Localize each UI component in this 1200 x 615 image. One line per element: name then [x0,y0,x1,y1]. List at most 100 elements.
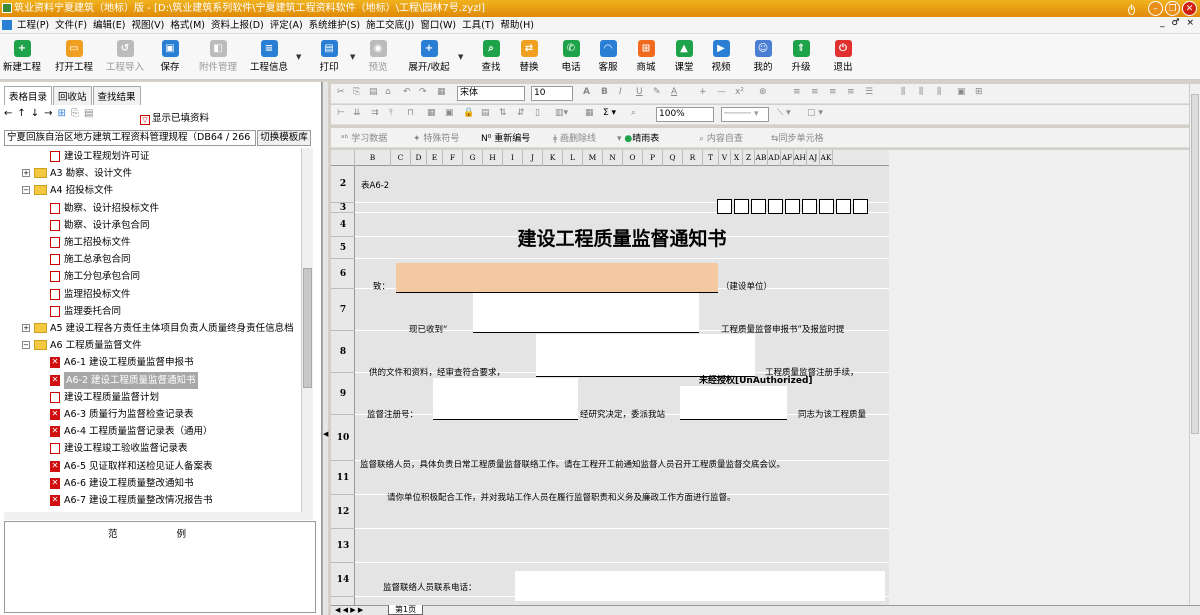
rain-table-button[interactable]: ▾ ●晴雨表 [617,131,659,144]
tab-recycle-bin[interactable]: 回收站 [53,86,92,105]
column-header[interactable]: O [623,150,643,166]
row-header[interactable]: 10 [331,415,355,461]
sort-icon[interactable]: ⇅ [499,108,507,118]
shape-icon[interactable]: ▢ ▾ [807,108,823,118]
sync-cells-button[interactable]: ⇆同步单元格 [771,131,824,144]
row-header[interactable]: 11 [331,461,355,495]
column-header[interactable]: Z [743,150,755,166]
border-icon[interactable]: ▦ [427,108,436,118]
collapse-arrow-icon[interactable]: ◀ [323,430,328,438]
tree-item[interactable]: 监理委托合同 [4,303,300,320]
tree-item[interactable]: 监理招投标文件 [4,286,300,303]
tree-item[interactable]: 勘察、设计承包合同 [4,217,300,234]
expand-dropdown-icon[interactable]: ▼ [458,53,466,61]
line-style-select[interactable]: ───── ▾ [721,107,769,122]
row-header[interactable]: 12 [331,495,355,529]
exit-button[interactable]: ⏻ 退出 [821,37,865,73]
sheet-scroll-thumb[interactable] [1191,94,1199,434]
row-header[interactable]: 3 [331,203,355,213]
sheet-nav-icon[interactable]: ◀ ◀ ▶ ▶ [335,606,363,614]
sum-icon[interactable]: Σ ▾ [603,108,616,118]
font-size-select[interactable]: 10 [531,86,573,101]
draw-slash-button[interactable]: ǂ 画删除线 [553,131,596,144]
font-name-select[interactable]: 宋体 [457,86,525,101]
column-header[interactable]: F [443,150,463,166]
collapse-icon[interactable]: − [22,186,30,195]
column-header[interactable]: I [503,150,523,166]
arrow-up-icon[interactable]: ↑ [17,108,25,119]
column-header[interactable]: AK [820,150,833,166]
import-project-button[interactable]: ↺ 工程导入 [103,37,147,73]
menu-report[interactable]: 资料上报(D) [208,17,267,34]
table-icon[interactable]: ▤ [481,108,490,118]
column-header[interactable]: H [483,150,503,166]
calc-icon[interactable]: ▦ [585,108,594,118]
new-project-button[interactable]: + 新建工程 [0,37,44,73]
symbol-icon[interactable]: ⊛ [759,87,767,97]
copy-format-icon[interactable]: ⎘ [353,87,360,97]
tree-item[interactable]: + A5 建设工程各方责任主体项目负责人质量终身责任信息档 [4,320,300,337]
align-left-icon[interactable]: ≡ [793,87,801,97]
column-header[interactable]: P [643,150,663,166]
tree-scrollbar[interactable] [301,148,313,512]
merge-cells-icon[interactable]: ⊓ [407,108,414,118]
grow-font-icon[interactable]: A [583,87,590,97]
attachments-button[interactable]: ◧ 附件管理 [196,37,240,73]
diagonal-icon[interactable]: ⟍ ▾ [777,108,791,118]
column-header[interactable]: AH [794,150,807,166]
mdi-controls[interactable]: _ ♂ × [1160,18,1196,28]
save-button[interactable]: ▣ 保存 [148,37,192,73]
open-project-button[interactable]: ▭ 打开工程 [52,37,96,73]
standard-select[interactable]: 宁夏回族自治区地方建筑工程资料管理规程（DB64 / 266 [4,130,256,146]
justify-icon[interactable]: ≡ [847,87,855,97]
lock-icon[interactable]: 🔒 [463,108,474,118]
print-preview-icon[interactable]: ▦ [437,87,446,97]
column-header[interactable]: AJ [807,150,820,166]
replace-button[interactable]: ⇄ 替换 [507,37,551,73]
tree-item[interactable]: 建设工程规划许可证 [4,148,300,165]
tab-search-results[interactable]: 查找结果 [92,86,141,105]
paste-special-icon[interactable]: ▥▾ [555,108,568,118]
menu-system[interactable]: 系统维护(S) [306,17,363,34]
column-header[interactable]: B [355,150,391,166]
collapse-icon[interactable]: − [22,341,30,350]
column-header[interactable]: N [603,150,623,166]
restore-button[interactable]: ❐ [1165,1,1180,16]
tree-item[interactable]: ✕ A6-3 质量行为监督检查记录表 [4,406,300,423]
column-header[interactable]: R [683,150,703,166]
checkbox-icon[interactable]: ▽ [140,115,150,125]
font-color-icon[interactable]: A [671,87,677,97]
tree-item[interactable]: ✕ A6-7 建设工程质量整改情况报告书 [4,492,300,509]
italic-icon[interactable]: I [619,87,622,97]
project-info-dropdown-icon[interactable]: ▼ [296,53,304,61]
column-align3-icon[interactable]: ⫼ [937,87,941,97]
grid-icon[interactable]: ⊞ [975,87,983,97]
tree-item[interactable]: 建设工程质量监督计划 [4,389,300,406]
project-info-button[interactable]: ≡ 工程信息 [247,37,291,73]
reg-no-input[interactable] [433,378,578,420]
row-header[interactable]: 6 [331,259,355,289]
column-align-icon[interactable]: ⫼ [901,87,905,97]
column-header[interactable]: T [703,150,719,166]
code-boxes[interactable] [717,199,870,217]
app-menu-icon[interactable] [2,20,12,30]
minimize-button[interactable]: – [1148,1,1163,16]
fill-right-icon[interactable]: ⇉ [371,108,379,118]
sort2-icon[interactable]: ⇵ [517,108,525,118]
column-header[interactable]: AD [768,150,781,166]
column-header[interactable]: C [391,150,411,166]
redo-icon[interactable]: ↷ [419,87,427,97]
menu-project[interactable]: 工程(P) [14,17,52,34]
cell-icon[interactable]: ▣ [445,108,454,118]
row-header[interactable]: 8 [331,331,355,373]
zoom-icon[interactable]: ⌕ [631,108,636,118]
tree-item[interactable]: 施工总承包合同 [4,251,300,268]
indent-icon[interactable]: ⊢ [337,108,345,118]
video-button[interactable]: ▶ 视频 [699,37,743,73]
fill-down-icon[interactable]: ⇊ [353,108,361,118]
expand-icon[interactable]: + [22,324,30,332]
cut-icon[interactable]: ✂ [337,87,345,97]
print-button[interactable]: ▤ 打印 [307,37,351,73]
tree-item[interactable]: 施工分包承包合同 [4,268,300,285]
row-header[interactable]: 9 [331,373,355,415]
